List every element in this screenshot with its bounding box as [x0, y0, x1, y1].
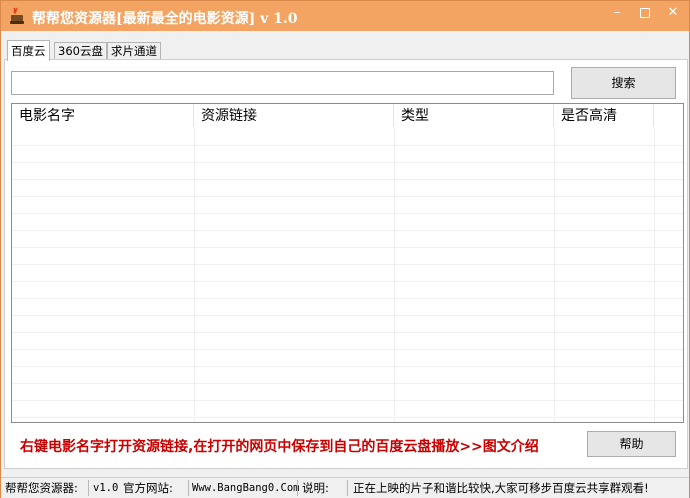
grid-row-line — [12, 247, 683, 248]
status-divider — [297, 480, 298, 496]
tab-360-cloud[interactable]: 360云盘 — [54, 42, 107, 60]
status-note: 正在上映的片子和谐比较快,大家可移步百度云共享群观看! — [353, 481, 649, 495]
status-bar: 帮帮您资源器: v1.0 官方网站: Www.BangBang0.Com 说明:… — [1, 477, 689, 498]
tab-request-movie[interactable]: 求片通道 — [107, 42, 161, 60]
grid-row-line — [12, 315, 683, 316]
grid-row-line — [12, 349, 683, 350]
column-header-type[interactable]: 类型 — [394, 104, 554, 127]
status-app-label: 帮帮您资源器: — [5, 481, 78, 495]
column-header-resource-link[interactable]: 资源链接 — [194, 104, 394, 127]
grid-row-line — [12, 383, 683, 384]
grid-row-line — [12, 213, 683, 214]
status-version: v1.0 — [93, 482, 119, 494]
grid-column-line — [394, 128, 395, 422]
title-bar[interactable]: 帮帮您资源器[最新最全的电影资源] v 1.0 – ✕ — [1, 1, 689, 31]
grid-row-line — [12, 400, 683, 401]
status-site-label: 官方网站: — [123, 481, 173, 495]
grid-row-line — [12, 332, 683, 333]
status-divider — [347, 480, 348, 496]
minimize-icon: – — [613, 5, 621, 20]
window-title: 帮帮您资源器[最新最全的电影资源] v 1.0 — [32, 11, 298, 27]
status-site-url[interactable]: Www.BangBang0.Com — [192, 480, 299, 496]
grid-row-line — [12, 145, 683, 146]
results-table[interactable]: 电影名字 资源链接 类型 是否高清 — [11, 103, 684, 423]
maximize-icon — [640, 8, 650, 18]
grid-row-line — [12, 264, 683, 265]
status-divider — [188, 480, 189, 496]
grid-row-line — [12, 196, 683, 197]
app-icon — [10, 7, 24, 24]
table-body — [12, 128, 683, 422]
close-button[interactable]: ✕ — [659, 1, 687, 25]
close-icon: ✕ — [667, 5, 679, 20]
column-header-movie-name[interactable]: 电影名字 — [12, 104, 194, 127]
status-note-label: 说明: — [302, 481, 329, 495]
table-header: 电影名字 资源链接 类型 是否高清 — [12, 104, 683, 128]
grid-column-line — [194, 128, 195, 422]
search-button[interactable]: 搜索 — [571, 67, 676, 99]
grid-row-line — [12, 179, 683, 180]
status-divider — [88, 480, 89, 496]
grid-row-line — [12, 281, 683, 282]
maximize-button[interactable] — [631, 1, 659, 25]
tab-baidu-cloud[interactable]: 百度云 — [7, 40, 50, 61]
minimize-button[interactable]: – — [603, 1, 631, 25]
app-window: 帮帮您资源器[最新最全的电影资源] v 1.0 – ✕ 百度云 360云盘 求片… — [0, 0, 690, 498]
column-header-hd[interactable]: 是否高清 — [554, 104, 654, 127]
grid-column-line — [554, 128, 555, 422]
grid-row-line — [12, 230, 683, 231]
grid-row-line — [12, 366, 683, 367]
usage-hint: 右键电影名字打开资源链接,在打开的网页中保存到自己的百度云盘播放>>图文介绍 — [20, 439, 539, 455]
grid-row-line — [12, 417, 683, 418]
help-button[interactable]: 帮助 — [587, 431, 676, 457]
grid-row-line — [12, 298, 683, 299]
search-input[interactable] — [11, 71, 554, 95]
grid-row-line — [12, 162, 683, 163]
grid-column-line — [654, 128, 655, 422]
